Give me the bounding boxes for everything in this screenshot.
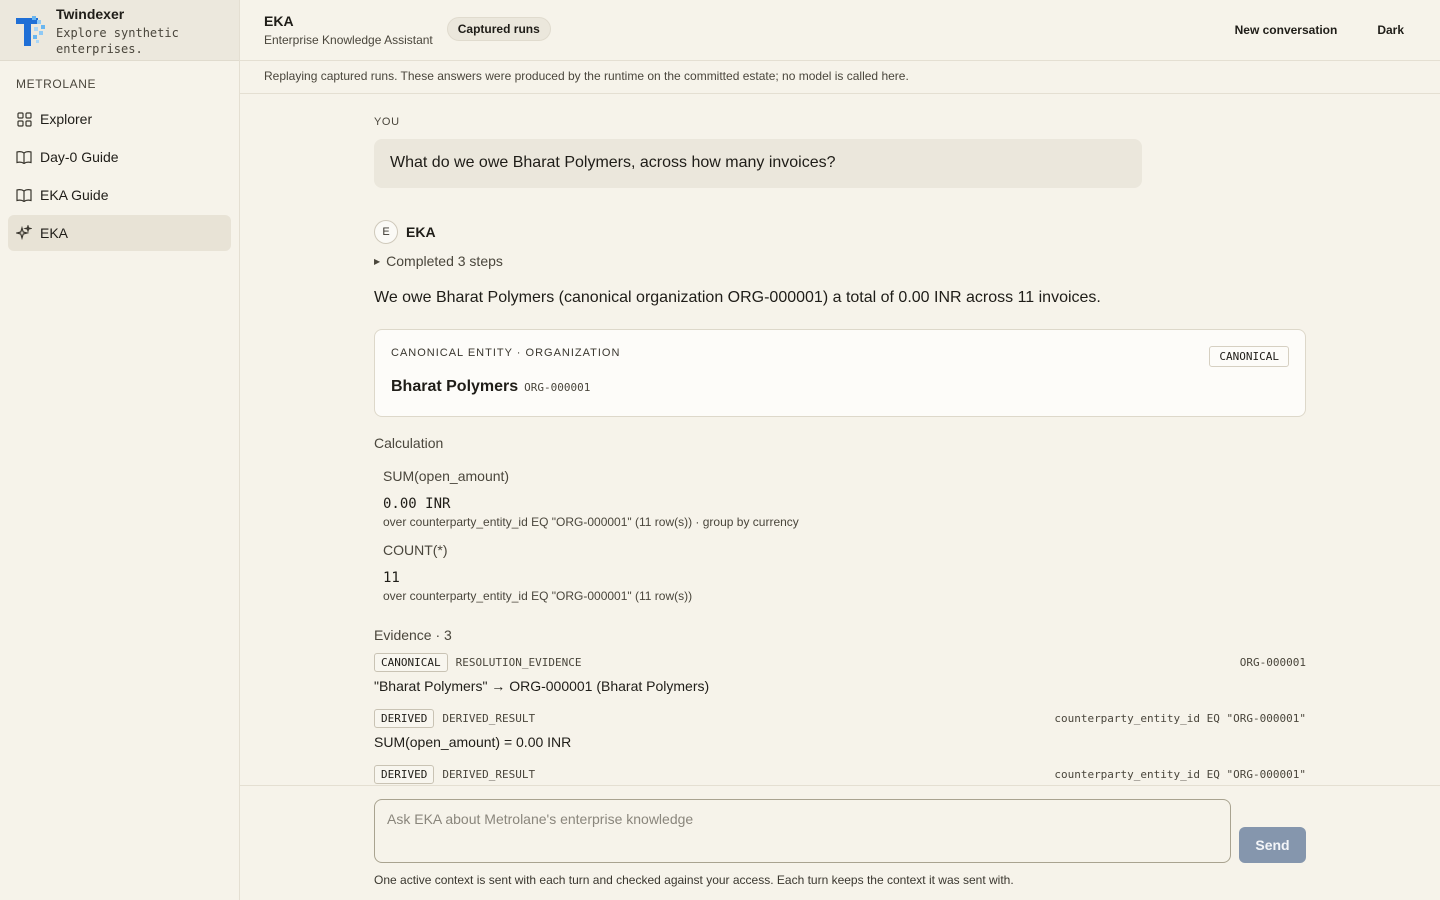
sidebar-item-label: Day-0 Guide (40, 149, 119, 165)
sidebar-item-label: Explorer (40, 111, 93, 127)
brand-tagline: Explore synthetic enterprises. (56, 26, 179, 56)
main-panel: EKA Enterprise Knowledge Assistant Captu… (240, 0, 1440, 900)
captured-runs-badge: Captured runs (446, 17, 551, 41)
twindexer-logo-icon (16, 16, 45, 46)
user-message: What do we owe Bharat Polymers, across h… (374, 139, 1142, 188)
entity-card[interactable]: CANONICAL ENTITY · ORGANIZATION CANONICA… (374, 329, 1306, 417)
entity-name: Bharat Polymers ORG-000001 (391, 378, 590, 396)
theme-toggle-button[interactable]: Dark (1377, 23, 1404, 37)
steps-toggle[interactable]: ▶ Completed 3 steps (374, 253, 1306, 269)
evidence-heading: Evidence · 3 (374, 627, 452, 643)
evidence-ref: ORG-000001 (1239, 655, 1306, 669)
page-title: EKA (264, 13, 294, 29)
book-icon (16, 187, 32, 203)
sidebar-item-label: EKA Guide (40, 187, 109, 203)
assistant-name: EKA (406, 224, 436, 240)
evidence-item[interactable]: DERIVED DERIVED_RESULT counterparty_enti… (374, 764, 1306, 784)
assistant-header: E EKA (374, 220, 1306, 244)
caret-right-icon: ▶ (374, 256, 381, 266)
org-label: METROLANE (16, 77, 97, 91)
grid-icon (16, 111, 32, 127)
composer: Send One active context is sent with eac… (240, 785, 1440, 900)
evidence-ref: counterparty_entity_id EQ "ORG-000001" (1054, 767, 1306, 781)
calc-value: 11 (383, 570, 400, 586)
new-conversation-button[interactable]: New conversation (1235, 23, 1338, 37)
message-input[interactable] (374, 799, 1231, 863)
assistant-answer: We owe Bharat Polymers (canonical organi… (374, 289, 1101, 306)
calc-function: SUM(open_amount) (383, 468, 510, 484)
sidebar-item-day0-guide[interactable]: Day-0 Guide (8, 139, 231, 175)
evidence-kind: DERIVED_RESULT (442, 711, 536, 725)
evidence-text: "Bharat Polymers" → ORG-000001 (Bharat P… (374, 678, 710, 694)
calculation-item: COUNT(*) 11 over counterparty_entity_id … (383, 542, 1283, 603)
brand-name: Twindexer (56, 6, 125, 22)
user-label: YOU (374, 116, 400, 128)
calc-function: COUNT(*) (383, 542, 448, 558)
calc-value: 0.00 INR (383, 496, 451, 512)
sparkle-icon (16, 225, 32, 241)
calculation-item: SUM(open_amount) 0.00 INR over counterpa… (383, 468, 1283, 529)
entity-card-kicker: CANONICAL ENTITY · ORGANIZATION (391, 347, 621, 359)
evidence-tag: DERIVED (374, 764, 435, 784)
brand-header[interactable]: Twindexer Explore synthetic enterprises. (0, 0, 239, 61)
sidebar-nav: Explorer Day-0 Guide EKA Guide EKA (0, 101, 239, 251)
sidebar-item-eka[interactable]: EKA (8, 215, 231, 251)
evidence-tag: CANONICAL (374, 652, 448, 672)
evidence-tag: DERIVED (374, 708, 435, 728)
calc-note: over counterparty_entity_id EQ "ORG-0000… (383, 589, 693, 603)
assistant-avatar: E (374, 220, 398, 244)
canonical-badge: CANONICAL (1209, 346, 1289, 367)
evidence-item[interactable]: CANONICAL RESOLUTION_EVIDENCE ORG-000001… (374, 652, 1306, 694)
book-icon (16, 149, 32, 165)
composer-footnote: One active context is sent with each tur… (374, 873, 1014, 887)
evidence-kind: DERIVED_RESULT (442, 767, 536, 781)
evidence-item[interactable]: DERIVED DERIVED_RESULT counterparty_enti… (374, 708, 1306, 750)
steps-label: Completed 3 steps (386, 253, 503, 269)
evidence-ref: counterparty_entity_id EQ "ORG-000001" (1054, 711, 1306, 725)
replay-banner: Replaying captured runs. These answers w… (240, 61, 1440, 94)
top-bar: EKA Enterprise Knowledge Assistant Captu… (240, 0, 1440, 61)
entity-name-text: Bharat Polymers (391, 378, 519, 395)
evidence-text: SUM(open_amount) = 0.00 INR (374, 734, 572, 750)
conversation-scroll[interactable]: YOU What do we owe Bharat Polymers, acro… (240, 94, 1440, 785)
sidebar-item-explorer[interactable]: Explorer (8, 101, 231, 137)
entity-id: ORG-000001 (524, 381, 591, 394)
send-button[interactable]: Send (1239, 827, 1306, 863)
evidence-kind: RESOLUTION_EVIDENCE (455, 655, 582, 669)
sidebar-item-label: EKA (40, 225, 69, 241)
sidebar-item-eka-guide[interactable]: EKA Guide (8, 177, 231, 213)
calculation-heading: Calculation (374, 435, 444, 451)
sidebar: Twindexer Explore synthetic enterprises.… (0, 0, 240, 900)
calc-note: over counterparty_entity_id EQ "ORG-0000… (383, 515, 799, 529)
page-subtitle: Enterprise Knowledge Assistant (264, 33, 433, 47)
